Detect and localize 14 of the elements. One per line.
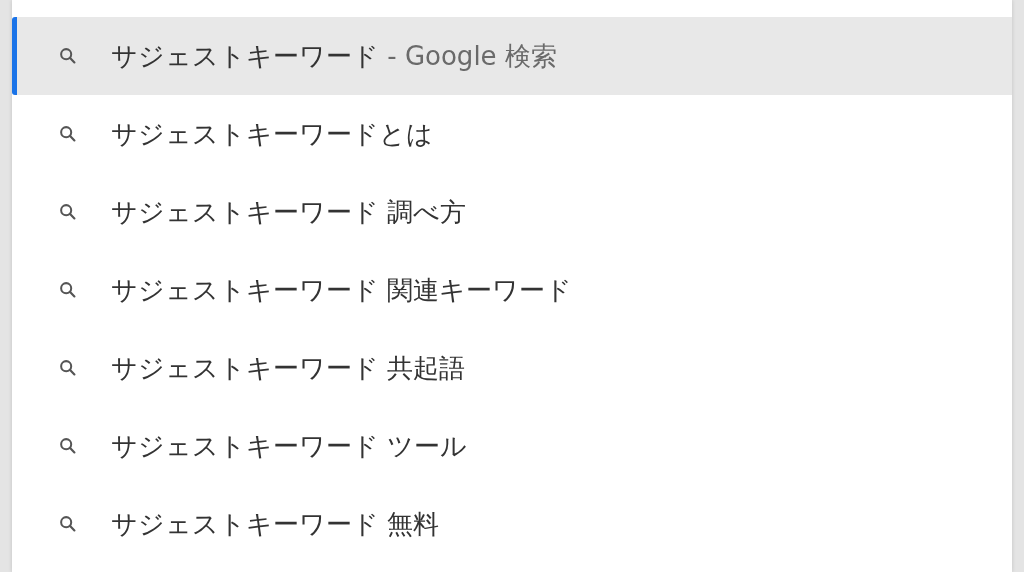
- suggestion-item[interactable]: サジェストキーワード 調べ方: [12, 173, 1012, 251]
- search-icon: [57, 357, 79, 379]
- suggestion-item[interactable]: サジェストキーワードとは: [12, 95, 1012, 173]
- search-icon: [57, 123, 79, 145]
- suggestion-item[interactable]: サジェストキーワード 共起語: [12, 329, 1012, 407]
- suggestion-item[interactable]: サジェストキーワード 関連キーワード: [12, 251, 1012, 329]
- suggestion-item[interactable]: サジェストキーワード - Google 検索: [12, 17, 1012, 95]
- suggestion-item[interactable]: サジェストキーワード ツール: [12, 407, 1012, 485]
- search-icon: [57, 45, 79, 67]
- search-icon: [57, 435, 79, 457]
- search-icon: [57, 513, 79, 535]
- search-icon: [57, 279, 79, 301]
- search-icon: [57, 201, 79, 223]
- suggestion-item[interactable]: サジェストキーワード 無料: [12, 485, 1012, 563]
